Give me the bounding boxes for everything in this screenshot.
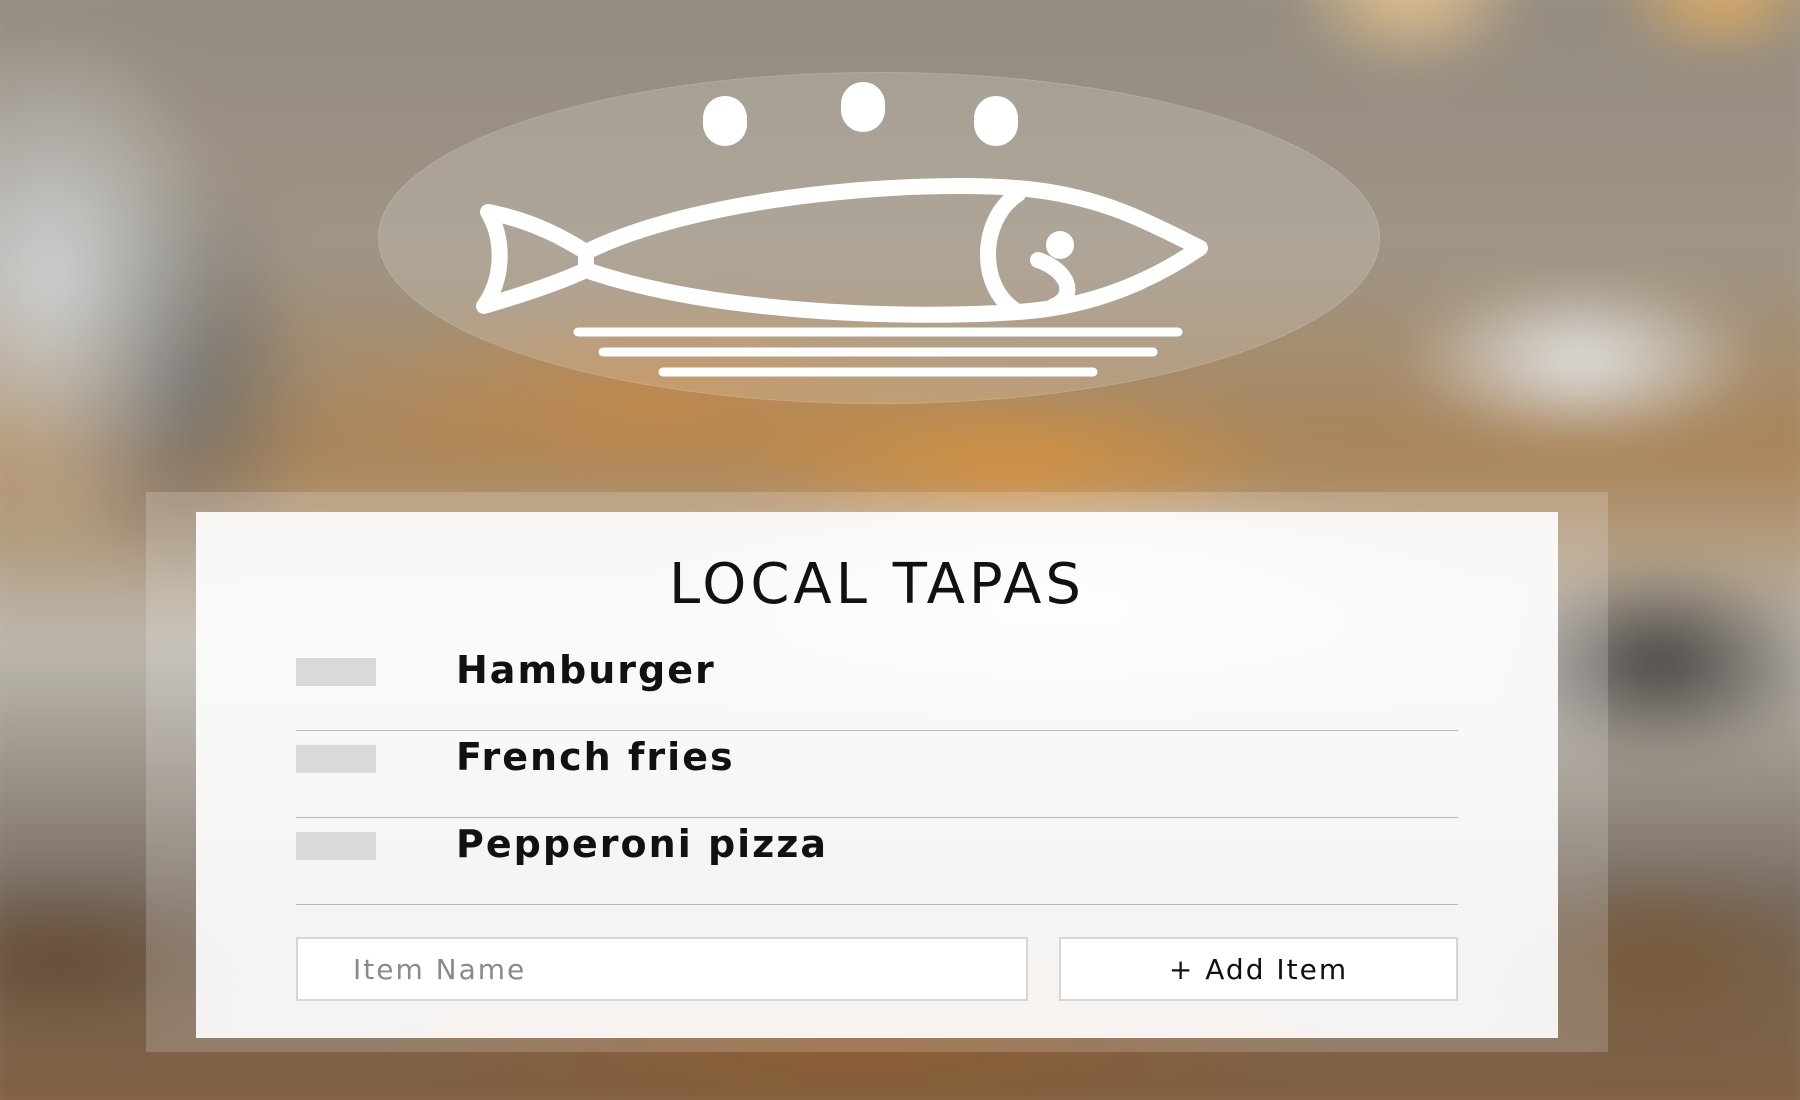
app-screen: LOCAL TAPAS Hamburger French fries Peppero… — [0, 0, 1800, 1100]
page-title: LOCAL TAPAS — [669, 552, 1085, 617]
item-checkbox[interactable] — [296, 658, 376, 686]
fish-eye-icon — [1046, 231, 1074, 259]
list-item: Pepperoni pizza — [296, 818, 1458, 905]
steam-bar-icon — [841, 82, 885, 132]
item-checkbox[interactable] — [296, 745, 376, 773]
item-checkbox[interactable] — [296, 832, 376, 860]
add-item-form: + Add Item — [296, 937, 1458, 1001]
steam-bar-icon — [703, 96, 747, 146]
list-item: Hamburger — [296, 644, 1458, 731]
item-name-input[interactable] — [296, 937, 1028, 1001]
item-label: Hamburger — [456, 648, 716, 692]
add-item-button[interactable]: + Add Item — [1059, 937, 1458, 1001]
list-item: French fries — [296, 731, 1458, 818]
item-label: French fries — [456, 735, 735, 779]
item-label: Pepperoni pizza — [456, 822, 829, 866]
steam-bar-icon — [974, 96, 1018, 146]
fish-dish-icon — [476, 82, 1208, 377]
menu-card: LOCAL TAPAS Hamburger French fries Peppero… — [196, 512, 1558, 1038]
menu-list: Hamburger French fries Pepperoni pizza — [296, 644, 1458, 905]
